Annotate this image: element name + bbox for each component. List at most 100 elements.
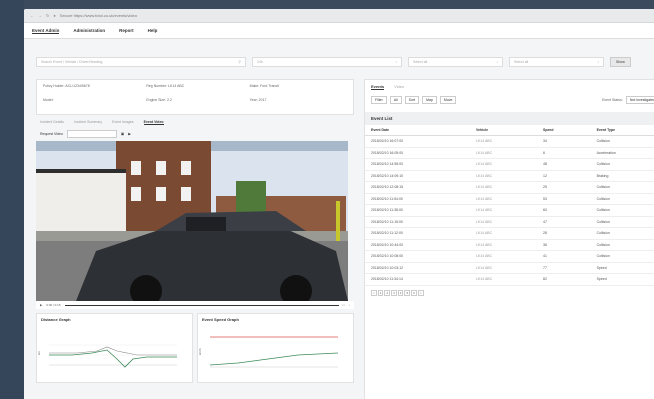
table-row[interactable]: 2018/02/10 10:03:12 LK14 ABC 77 Speed	[365, 262, 654, 274]
cell-event-type: Collision	[590, 227, 654, 240]
show-button[interactable]: Show	[610, 57, 631, 67]
cell-event-type: Speed	[590, 273, 654, 286]
camera-icon[interactable]: ▣	[121, 132, 124, 136]
address-bar[interactable]: Secure https://www.fotoi.co.uk/events/vi…	[60, 13, 137, 18]
cell-vehicle[interactable]: LK14 ABC	[470, 273, 537, 286]
cell-vehicle[interactable]: LK14 ABC	[470, 170, 537, 182]
cell-event-date: 2018/02/10 14:09:10	[365, 170, 470, 182]
event-status-select[interactable]: Not investigated	[625, 96, 654, 104]
event-list-title: Event List	[365, 112, 654, 125]
download-icon[interactable]: ↓	[349, 303, 351, 307]
cell-event-date: 2018/02/10 14:55:00	[365, 158, 470, 171]
dashcam-video[interactable]	[36, 141, 348, 301]
back-icon[interactable]: ←	[30, 13, 34, 18]
table-row[interactable]: 2018/02/10 14:55:00 LK14 ABC 48 Collision	[365, 158, 654, 171]
cell-speed: 77	[537, 262, 591, 274]
tab-incident-details[interactable]: Incident Details	[40, 120, 64, 124]
cell-vehicle[interactable]: LK14 ABC	[470, 216, 537, 228]
sort-button[interactable]: Sort	[404, 96, 420, 104]
nav-item-help[interactable]: Help	[148, 28, 158, 33]
video-time: 0:00 / 0:15	[46, 303, 61, 307]
browser-toolbar: ← → ↻ ● Secure https://www.fotoi.co.uk/e…	[24, 9, 654, 23]
cell-vehicle[interactable]: LK14 ABC	[470, 239, 537, 251]
page-button[interactable]: 6	[411, 289, 417, 296]
video-icon[interactable]: ▶	[128, 132, 131, 136]
table-row[interactable]: 2018/02/10 11:12:00 LK14 ABC 28 Collision	[365, 227, 654, 240]
period-select[interactable]: 24h ↕	[252, 57, 402, 67]
move-button[interactable]: Move	[439, 96, 457, 104]
column-event-type[interactable]: Event Type	[590, 125, 654, 136]
request-video-select[interactable]	[66, 130, 117, 138]
cell-event-date: 2018/02/10 10:03:12	[365, 262, 470, 274]
nav-item-administration[interactable]: Administration	[73, 28, 105, 33]
table-row[interactable]: 2018/02/10 11:15:00 LK14 ABC 47 Collision	[365, 216, 654, 228]
page-button[interactable]: 5	[404, 289, 411, 296]
table-row[interactable]: 2018/02/10 11:34:14 LK14 ABC 82 Speed	[365, 273, 654, 286]
table-row[interactable]: 2018/02/10 12:08:15 LK14 ABC 25 Collision	[365, 181, 654, 194]
tab-events[interactable]: Events	[371, 84, 385, 90]
table-row[interactable]: 2018/02/10 11:38:00 LK14 ABC 60 Collision	[365, 204, 654, 217]
cell-speed: 28	[537, 227, 591, 240]
nav-item-report[interactable]: Report	[119, 28, 134, 33]
status-select[interactable]: Select all ↕	[408, 57, 503, 67]
map-button[interactable]: Map	[422, 96, 437, 104]
cell-vehicle[interactable]: LK14 ABC	[470, 204, 537, 217]
type-value: Select all	[514, 60, 529, 64]
request-video-label: Request Video	[40, 132, 63, 136]
cell-event-type: Collision	[590, 193, 654, 205]
column-speed[interactable]: Speed	[537, 125, 591, 136]
tab-event-video[interactable]: Event Video	[143, 120, 164, 125]
play-icon[interactable]: ▶	[40, 303, 42, 307]
page-button[interactable]: 2	[384, 289, 391, 296]
period-value: 24h	[257, 60, 263, 64]
table-row[interactable]: 2018/02/10 16:07:00 LK14 ABC 34 Collision	[365, 135, 654, 148]
info-policy-holder: Policy Holder: ACL/1234/5678	[43, 84, 90, 88]
cell-vehicle[interactable]: LK14 ABC	[470, 227, 537, 240]
column-vehicle[interactable]: Vehicle	[470, 125, 537, 136]
page-button[interactable]: 1	[377, 289, 384, 296]
cell-vehicle[interactable]: LK14 ABC	[470, 193, 537, 205]
cell-vehicle[interactable]: LK14 ABC	[470, 262, 537, 274]
info-model: Model:	[43, 98, 54, 102]
cell-vehicle[interactable]: LK14 ABC	[470, 147, 537, 159]
distance-graph-plot: km	[37, 344, 177, 368]
page-button[interactable]: 4	[397, 289, 404, 296]
distance-graph: Distance Graph km	[36, 313, 193, 383]
cell-vehicle[interactable]: LK14 ABC	[470, 250, 537, 263]
cell-event-type: Acceleration	[590, 147, 654, 159]
distance-graph-title: Distance Graph	[41, 317, 71, 322]
video-seekbar[interactable]	[64, 304, 339, 306]
page-button[interactable]: <	[371, 289, 377, 296]
nav-item-event-admin[interactable]: Event Admin	[32, 28, 60, 34]
all-button[interactable]: All	[389, 96, 402, 104]
table-row[interactable]: 2018/02/10 11:54:00 LK14 ABC 53 Collision	[365, 193, 654, 205]
cell-vehicle[interactable]: LK14 ABC	[470, 158, 537, 171]
column-event-date[interactable]: Event Date	[365, 125, 470, 136]
cell-event-date: 2018/02/10 16:05:00	[365, 147, 470, 159]
table-row[interactable]: 2018/02/10 10:08:00 LK14 ABC 41 Collision	[365, 250, 654, 263]
cell-event-type: Braking	[590, 170, 654, 182]
filter-button[interactable]: Filter	[371, 96, 387, 104]
tab-video[interactable]: Video	[394, 84, 404, 90]
filter-bar: Search Event / Vehicle / Driver/Heading …	[36, 54, 654, 70]
reload-icon[interactable]: ↻	[46, 13, 49, 18]
tab-incident-summary[interactable]: Incident Summary	[74, 120, 102, 124]
type-select[interactable]: Select all ↕	[509, 57, 604, 67]
background-edge	[0, 0, 24, 399]
forward-icon[interactable]: →	[38, 13, 42, 18]
event-table-header: Event Date Vehicle Speed Event Type	[365, 125, 654, 136]
cell-event-date: 2018/02/10 11:54:00	[365, 193, 470, 205]
cell-vehicle[interactable]: LK14 ABC	[470, 135, 537, 148]
incident-panel: Policy Holder: ACL/1234/5678 Reg Number:…	[36, 79, 354, 399]
cell-event-date: 2018/02/10 11:38:00	[365, 204, 470, 217]
page-button[interactable]: >	[417, 289, 424, 296]
cell-event-type: Collision	[590, 204, 654, 217]
tab-event-images[interactable]: Event Images	[112, 120, 133, 124]
table-row[interactable]: 2018/02/10 10:44:00 LK14 ABC 36 Collision	[365, 239, 654, 251]
table-row[interactable]: 2018/02/10 16:05:00 LK14 ABC 6 Acceleration	[365, 147, 654, 159]
search-input[interactable]: Search Event / Vehicle / Driver/Heading …	[36, 57, 246, 67]
page-button[interactable]: 3	[391, 289, 397, 296]
table-row[interactable]: 2018/02/10 14:09:10 LK14 ABC 12 Braking	[365, 170, 654, 182]
fullscreen-icon[interactable]: □	[343, 303, 345, 307]
cell-vehicle[interactable]: LK14 ABC	[470, 181, 537, 194]
